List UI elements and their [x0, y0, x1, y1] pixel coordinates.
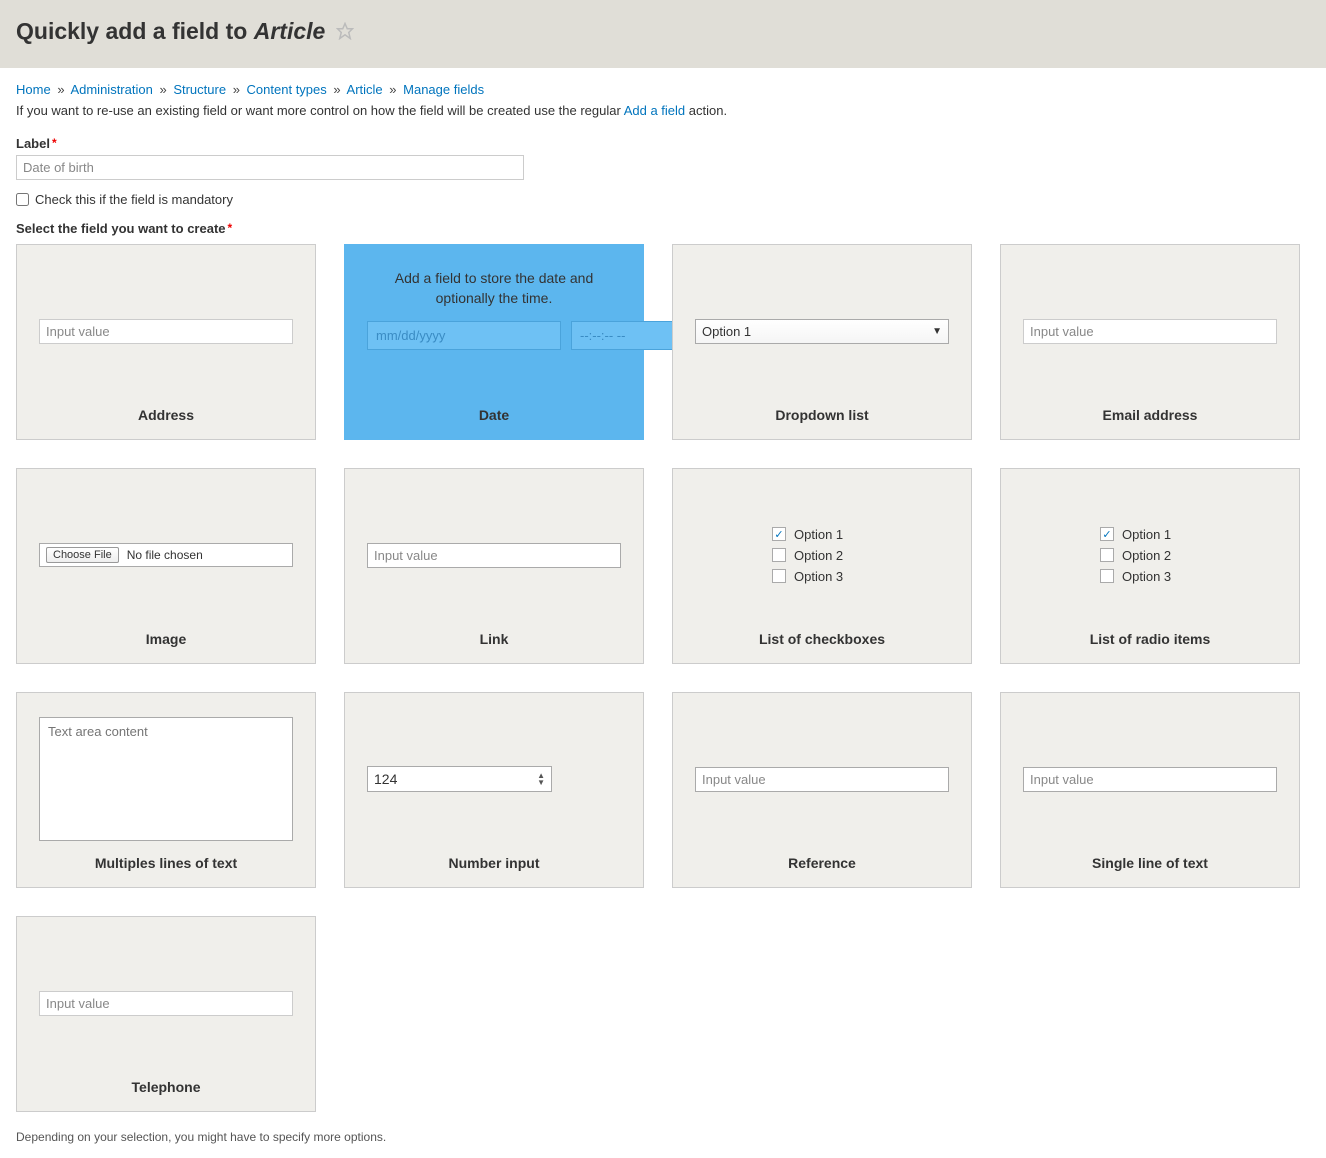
breadcrumb-structure[interactable]: Structure [173, 82, 226, 97]
breadcrumb-article[interactable]: Article [347, 82, 383, 97]
field-card-radios[interactable]: ✓Option 1 Option 2 Option 3 List of radi… [1000, 468, 1300, 664]
field-card-image[interactable]: Choose File No file chosen Image [16, 468, 316, 664]
telephone-preview-input [39, 991, 293, 1016]
field-card-email[interactable]: Email address [1000, 244, 1300, 440]
card-title: List of checkboxes [695, 623, 949, 651]
list-item: Option 3 [772, 569, 872, 584]
date-preview-input [367, 321, 561, 350]
intro-after: action. [685, 103, 727, 118]
file-chooser-preview: Choose File No file chosen [39, 543, 293, 567]
select-field-label: Select the field you want to create* [16, 221, 1310, 236]
breadcrumb-home[interactable]: Home [16, 82, 51, 97]
intro-text: If you want to re-use an existing field … [16, 103, 1310, 118]
card-title: Dropdown list [695, 399, 949, 427]
breadcrumb-content-types[interactable]: Content types [247, 82, 327, 97]
mandatory-checkbox-row: Check this if the field is mandatory [16, 192, 1310, 207]
card-title: Reference [695, 847, 949, 875]
field-card-number[interactable]: 124 ▲▼ Number input [344, 692, 644, 888]
title-subject: Article [254, 18, 326, 44]
breadcrumb-current: Manage fields [403, 82, 484, 97]
single-text-preview-input [1023, 767, 1277, 792]
field-card-single-text[interactable]: Single line of text [1000, 692, 1300, 888]
radio-icon: ✓ [1100, 527, 1114, 541]
list-item: Option 3 [1100, 569, 1200, 584]
card-title: Date [367, 399, 621, 427]
label-field-wrapper: Label* [16, 136, 1310, 180]
required-indicator: * [52, 136, 57, 150]
field-card-address[interactable]: Address [16, 244, 316, 440]
add-field-link[interactable]: Add a field [624, 103, 685, 118]
no-file-text: No file chosen [127, 548, 203, 562]
card-title: Email address [1023, 399, 1277, 427]
number-value: 124 [374, 771, 397, 787]
label-field-label: Label [16, 136, 50, 151]
page-header: Quickly add a field to Article [0, 0, 1326, 68]
radio-icon [1100, 569, 1114, 583]
field-card-reference[interactable]: Reference [672, 692, 972, 888]
footer-note: Depending on your selection, you might h… [16, 1130, 1310, 1144]
star-icon[interactable] [336, 19, 354, 46]
card-title: Telephone [39, 1071, 293, 1099]
list-item: ✓Option 1 [772, 527, 872, 542]
breadcrumb-sep: » [333, 82, 340, 97]
mandatory-checkbox-label: Check this if the field is mandatory [35, 192, 233, 207]
list-item: Option 2 [772, 548, 872, 563]
textarea-preview [39, 717, 293, 841]
field-type-grid: Address Add a field to store the date an… [16, 244, 1310, 1112]
intro-before: If you want to re-use an existing field … [16, 103, 624, 118]
card-title: Single line of text [1023, 847, 1277, 875]
breadcrumb-sep: » [233, 82, 240, 97]
choose-file-button: Choose File [46, 547, 119, 563]
checkbox-icon [772, 569, 786, 583]
list-item: ✓Option 1 [1100, 527, 1200, 542]
checkbox-options: ✓Option 1 Option 2 Option 3 [695, 527, 949, 584]
breadcrumb-sep: » [159, 82, 166, 97]
card-title: Multiples lines of text [39, 847, 293, 875]
radio-icon [1100, 548, 1114, 562]
dropdown-option: Option 1 [702, 324, 751, 339]
main-content: Home » Administration » Structure » Cont… [0, 68, 1326, 1158]
card-title: List of radio items [1023, 623, 1277, 651]
checkbox-icon: ✓ [772, 527, 786, 541]
date-description: Add a field to store the date and option… [367, 269, 621, 308]
title-prefix: Quickly add a field to [16, 18, 254, 44]
field-card-link[interactable]: Link [344, 468, 644, 664]
link-preview-input [367, 543, 621, 568]
reference-preview-input [695, 767, 949, 792]
field-card-date[interactable]: Add a field to store the date and option… [344, 244, 644, 440]
card-title: Number input [367, 847, 621, 875]
list-item: Option 2 [1100, 548, 1200, 563]
card-title: Image [39, 623, 293, 651]
date-preview-row [367, 321, 621, 350]
chevron-down-icon: ▼ [932, 326, 942, 337]
label-input[interactable] [16, 155, 524, 180]
field-card-telephone[interactable]: Telephone [16, 916, 316, 1112]
card-title: Link [367, 623, 621, 651]
page-title: Quickly add a field to Article [16, 18, 1310, 46]
breadcrumb-administration[interactable]: Administration [70, 82, 152, 97]
number-preview: 124 ▲▼ [367, 766, 552, 792]
breadcrumb-sep: » [57, 82, 64, 97]
card-title: Address [39, 399, 293, 427]
required-indicator: * [228, 221, 233, 235]
address-preview-input [39, 319, 293, 344]
field-card-textarea[interactable]: Multiples lines of text [16, 692, 316, 888]
checkbox-icon [772, 548, 786, 562]
field-card-dropdown[interactable]: Option 1 ▼ Dropdown list [672, 244, 972, 440]
radio-options: ✓Option 1 Option 2 Option 3 [1023, 527, 1277, 584]
dropdown-preview: Option 1 ▼ [695, 319, 949, 344]
field-card-checkboxes[interactable]: ✓Option 1 Option 2 Option 3 List of chec… [672, 468, 972, 664]
spinner-icon: ▲▼ [537, 772, 545, 786]
breadcrumb-sep: » [389, 82, 396, 97]
breadcrumb: Home » Administration » Structure » Cont… [16, 82, 1310, 97]
email-preview-input [1023, 319, 1277, 344]
mandatory-checkbox[interactable] [16, 193, 29, 206]
